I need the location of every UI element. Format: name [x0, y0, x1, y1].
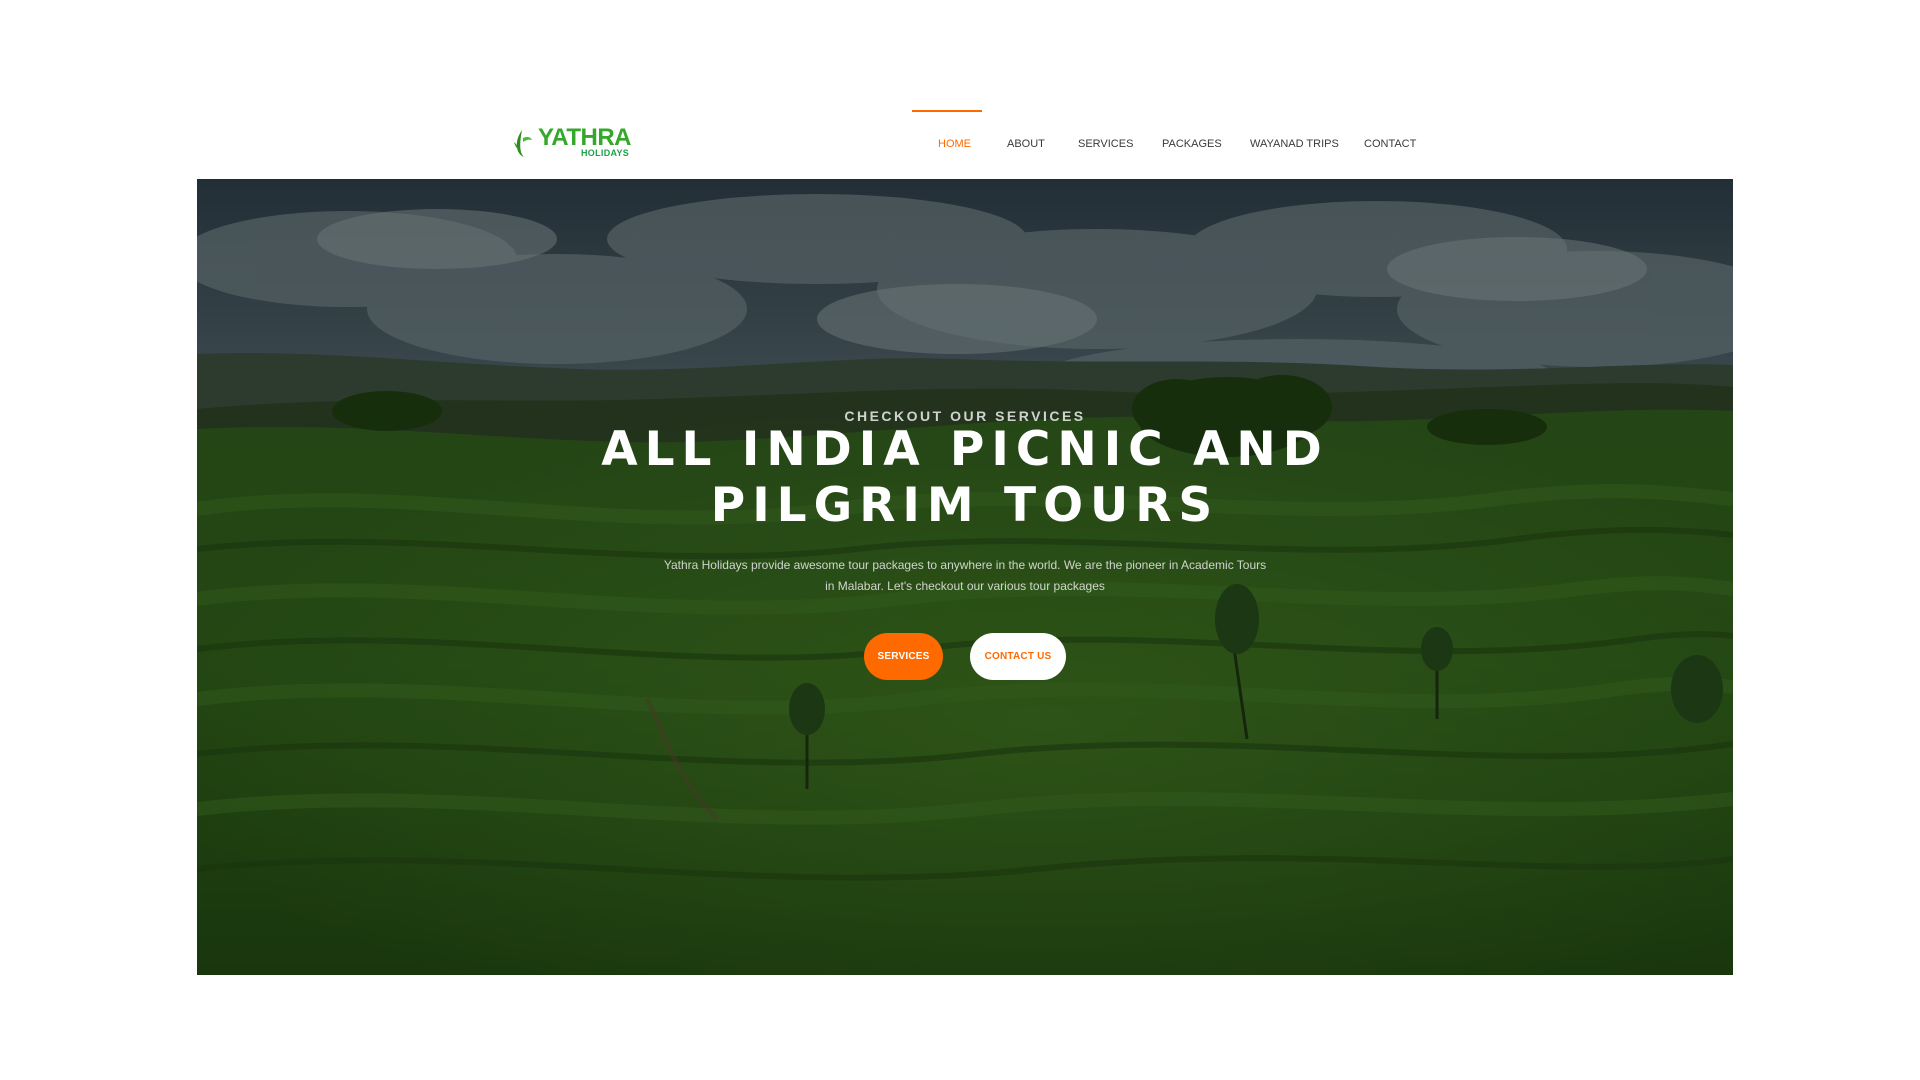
hero-title: ALL INDIA PICNIC AND PILGRIM TOURS	[601, 422, 1329, 533]
contact-us-button[interactable]: CONTACT US	[970, 633, 1066, 680]
nav-item-packages[interactable]: PACKAGES	[1162, 137, 1222, 151]
services-button[interactable]: SERVICES	[864, 633, 943, 680]
nav-item-services[interactable]: SERVICES	[1078, 137, 1133, 151]
hero-content: CHECKOUT OUR SERVICES ALL INDIA PICNIC A…	[197, 179, 1733, 975]
hero-section: CHECKOUT OUR SERVICES ALL INDIA PICNIC A…	[197, 179, 1733, 975]
nav-item-wayanad-trips[interactable]: WAYANAD TRIPS	[1250, 137, 1339, 151]
hero-description: Yathra Holidays provide awesome tour pac…	[663, 558, 1267, 593]
nav-active-indicator	[912, 110, 982, 112]
site-header: YATHRA HOLIDAYS HOME ABOUT SERVICES PACK…	[0, 0, 1920, 179]
page: YATHRA HOLIDAYS HOME ABOUT SERVICES PACK…	[0, 0, 1920, 1080]
nav-item-home[interactable]: HOME	[938, 137, 971, 151]
main-nav: HOME ABOUT SERVICES PACKAGES WAYANAD TRI…	[0, 0, 1920, 179]
nav-item-about[interactable]: ABOUT	[1007, 137, 1045, 151]
nav-item-contact[interactable]: CONTACT	[1364, 137, 1416, 151]
